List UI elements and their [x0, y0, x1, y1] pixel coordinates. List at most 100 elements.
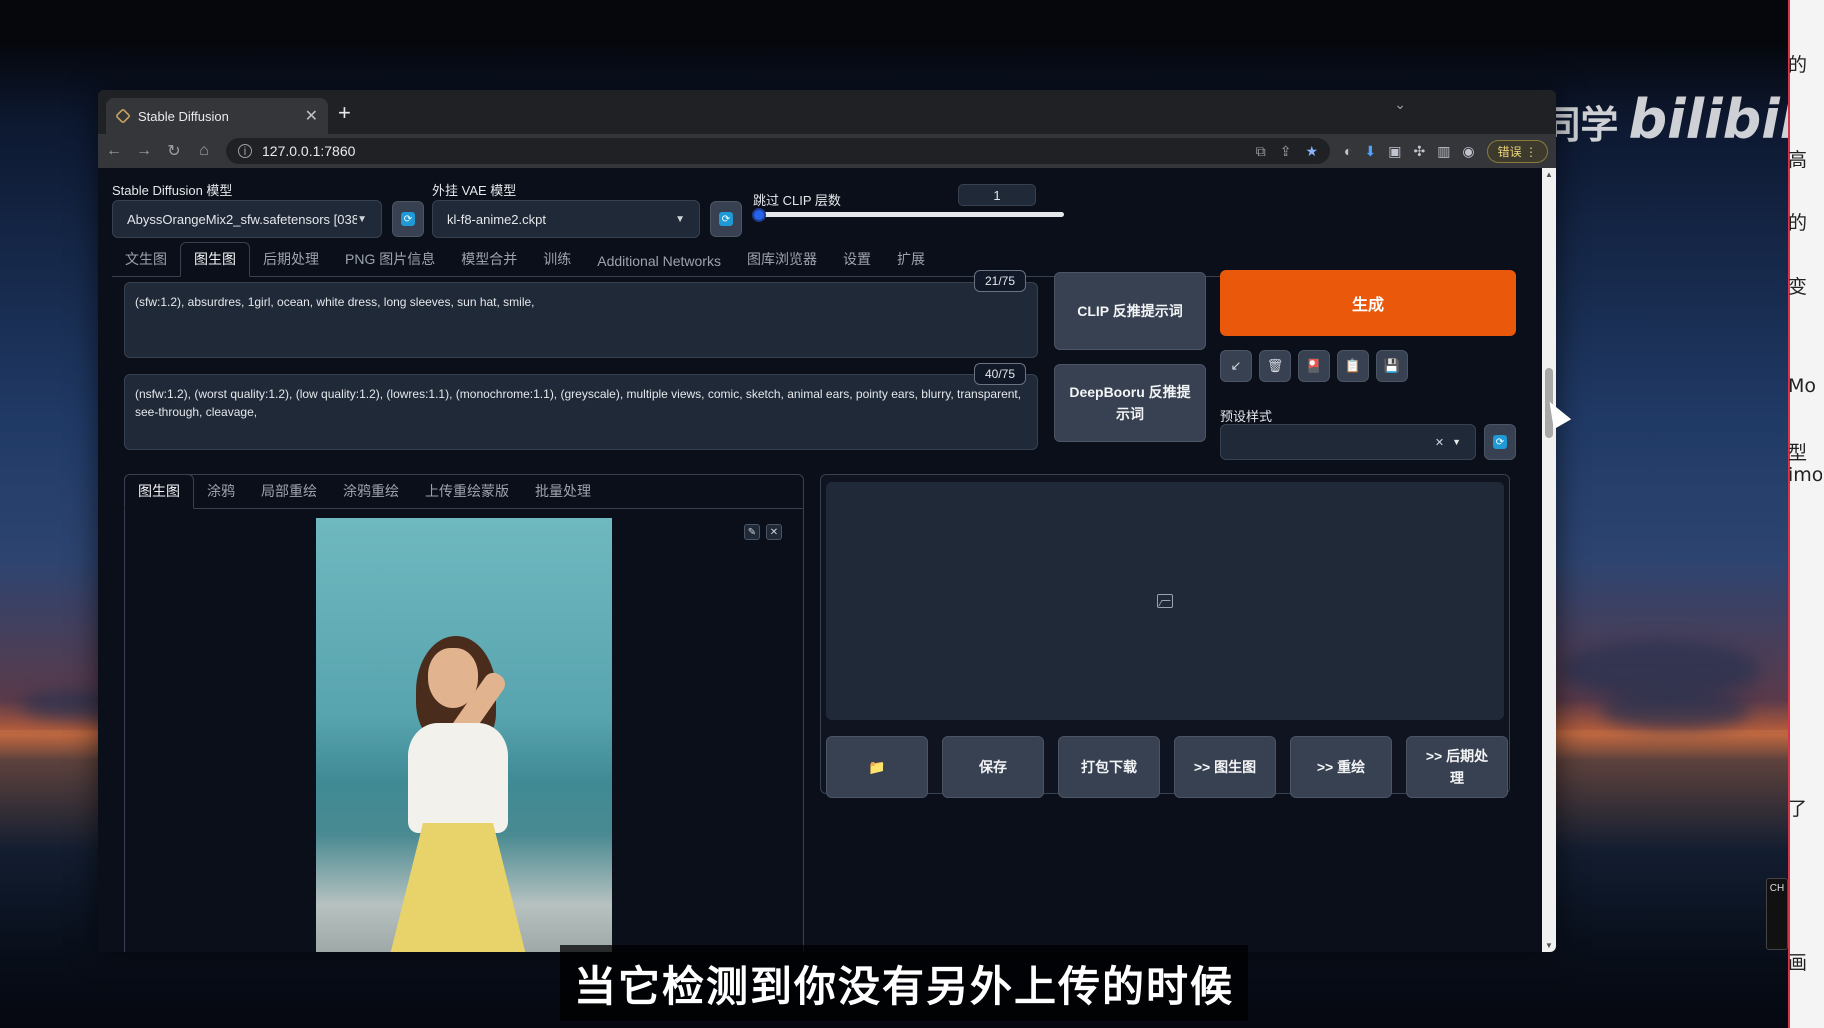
zip-download-button[interactable]: 打包下载 — [1058, 736, 1160, 798]
deepbooru-button-label: DeepBooru 反推提示词 — [1069, 384, 1191, 422]
clip-skip-slider[interactable] — [756, 212, 1064, 217]
trash-icon[interactable]: 🗑 — [1259, 350, 1291, 382]
download-icon[interactable]: ⬇ — [1364, 143, 1376, 160]
sub-tab-4[interactable]: 上传重绘蒙版 — [412, 475, 522, 508]
clip-interrogate-button[interactable]: CLIP 反推提示词 — [1054, 272, 1206, 350]
refresh-vae-button[interactable]: ⟳ — [710, 201, 742, 237]
main-tab-2[interactable]: 后期处理 — [250, 243, 332, 276]
page-scrollbar[interactable]: ▲ ▼ — [1542, 168, 1556, 952]
counter-text: 21/75 — [984, 274, 1016, 288]
sd-model-dropdown[interactable]: AbyssOrangeMix2_sfw.safetensors [038ba20… — [112, 200, 382, 238]
sub-tab-3[interactable]: 涂鸦重绘 — [330, 475, 412, 508]
adjacent-window-edge: 的 高 的 变 Mo 型 imo 了 画 — [1788, 0, 1824, 1028]
vae-dropdown[interactable]: kl-f8-anime2.ckpt ▼ — [432, 200, 700, 238]
main-tab-7[interactable]: 图库浏览器 — [734, 243, 830, 276]
uploaded-source-image[interactable] — [316, 518, 612, 952]
refresh-model-button[interactable]: ⟳ — [392, 201, 424, 237]
positive-prompt-input[interactable]: (sfw:1.2), absurdres, 1girl, ocean, whit… — [124, 282, 1038, 358]
clip-skip-value: 1 — [993, 187, 1001, 203]
edge-text: 的 — [1788, 54, 1808, 76]
counter-text: 40/75 — [984, 367, 1016, 381]
edge-text: 型 — [1788, 442, 1808, 464]
scroll-down-icon[interactable]: ▼ — [1545, 941, 1553, 950]
edge-text: 的 — [1788, 212, 1808, 234]
home-icon[interactable]: ⌂ — [196, 142, 212, 160]
clear-icon[interactable]: ✕ — [1435, 436, 1444, 449]
chevron-down-icon: ▼ — [1452, 437, 1461, 447]
send-to-extras-button[interactable]: >> 后期处理 — [1406, 736, 1508, 798]
sd-model-value: AbyssOrangeMix2_sfw.safetensors [038ba20… — [127, 211, 358, 227]
vae-label: 外挂 VAE 模型 — [432, 183, 517, 198]
main-tab-0[interactable]: 文生图 — [112, 243, 180, 276]
send-inpaint-label: >> 重绘 — [1316, 759, 1366, 775]
close-tab-icon[interactable]: ✕ — [305, 106, 318, 126]
error-button[interactable]: 错误 ⋮ — [1486, 139, 1548, 163]
clip-skip-slider-thumb[interactable] — [752, 208, 766, 222]
clipboard-icon[interactable]: 📋 — [1337, 350, 1369, 382]
negative-token-counter: 40/75 — [974, 363, 1026, 385]
reload-icon[interactable]: ↻ — [166, 141, 182, 161]
photo-detail — [408, 723, 508, 833]
sub-tab-1[interactable]: 涂鸦 — [194, 475, 248, 508]
scroll-up-icon[interactable]: ▲ — [1545, 170, 1553, 179]
send-to-inpaint-button[interactable]: >> 重绘 — [1290, 736, 1392, 798]
main-tab-8[interactable]: 设置 — [830, 243, 884, 276]
main-tab-1[interactable]: 图生图 — [180, 242, 250, 277]
edit-pencil-icon[interactable]: ✎ — [744, 524, 760, 540]
extension-icon[interactable]: ▣ — [1388, 143, 1401, 160]
error-button-label: 错误 — [1497, 144, 1522, 159]
refresh-icon: ⟳ — [401, 212, 415, 226]
back-icon[interactable]: ← — [106, 142, 122, 160]
main-tab-5[interactable]: 训练 — [530, 243, 584, 276]
arrow-icon[interactable]: ↙ — [1220, 350, 1252, 382]
deepbooru-interrogate-button[interactable]: DeepBooru 反推提示词 — [1054, 364, 1206, 442]
send-img2img-label: >> 图生图 — [1193, 759, 1257, 775]
refresh-styles-button[interactable]: ⟳ — [1484, 424, 1516, 460]
bookmark-star-icon[interactable]: ★ — [1305, 143, 1318, 160]
sub-tab-2[interactable]: 局部重绘 — [248, 475, 330, 508]
site-info-icon[interactable]: i — [238, 144, 252, 158]
extensions-area: ◐ ⬇ ▣ ✣ ▥ ◉ 错误 ⋮ — [1344, 139, 1548, 163]
zip-button-label: 打包下载 — [1081, 759, 1137, 775]
main-tab-3[interactable]: PNG 图片信息 — [332, 243, 448, 276]
address-bar[interactable]: i 127.0.0.1:7860 ⧉ ⇪ ★ — [226, 138, 1331, 164]
side-panel-icon[interactable]: ▥ — [1437, 143, 1450, 160]
clear-image-icon[interactable]: ✕ — [766, 524, 782, 540]
img2img-sub-tabs: 图生图 涂鸦 局部重绘 涂鸦重绘 上传重绘蒙版 批量处理 — [124, 474, 804, 509]
system-tray: CH — [1766, 878, 1788, 950]
card-icon[interactable]: 🎴 — [1298, 350, 1330, 382]
tab-search-chevron-icon[interactable]: ⌄ — [1394, 96, 1406, 113]
negative-prompt-input[interactable]: (nsfw:1.2), (worst quality:1.2), (low qu… — [124, 374, 1038, 450]
save-icon[interactable]: 💾 — [1376, 350, 1408, 382]
generate-button[interactable]: 生成 — [1220, 270, 1516, 336]
url-text: 127.0.0.1:7860 — [262, 143, 356, 159]
edge-text: imo — [1788, 464, 1822, 486]
main-tab-9[interactable]: 扩展 — [884, 243, 938, 276]
video-subtitle: 当它检测到你没有另外上传的时候 — [560, 945, 1249, 1021]
main-tab-6[interactable]: Additional Networks — [584, 247, 734, 276]
main-tab-4[interactable]: 模型合并 — [448, 243, 530, 276]
sub-tab-0[interactable]: 图生图 — [124, 474, 194, 509]
positive-prompt-text: (sfw:1.2), absurdres, 1girl, ocean, whit… — [135, 295, 535, 309]
clip-button-label: CLIP 反推提示词 — [1077, 303, 1183, 319]
profile-avatar[interactable]: ◉ — [1462, 143, 1474, 160]
tab-strip: Stable Diffusion ✕ + ⌄ — [98, 90, 1556, 134]
edge-text: 高 — [1788, 149, 1808, 171]
edge-text: 变 — [1788, 276, 1808, 298]
save-button[interactable]: 保存 — [942, 736, 1044, 798]
puzzle-icon[interactable]: ✣ — [1413, 143, 1425, 160]
sub-tab-5[interactable]: 批量处理 — [522, 475, 604, 508]
extension-icon[interactable]: ◐ — [1344, 143, 1352, 159]
new-tab-icon[interactable]: + — [338, 100, 351, 126]
edge-text: Mo — [1788, 375, 1817, 397]
send-to-img2img-button[interactable]: >> 图生图 — [1174, 736, 1276, 798]
browser-tab[interactable]: Stable Diffusion ✕ — [106, 98, 328, 134]
clip-skip-number[interactable]: 1 — [958, 184, 1036, 206]
open-folder-button[interactable]: 📁 — [826, 736, 928, 798]
forward-icon[interactable]: → — [136, 142, 152, 160]
translate-icon[interactable]: ⧉ — [1256, 143, 1266, 160]
refresh-icon: ⟳ — [719, 212, 733, 226]
positive-token-counter: 21/75 — [974, 270, 1026, 292]
share-icon[interactable]: ⇪ — [1280, 143, 1292, 160]
styles-dropdown[interactable]: ✕ ▼ — [1220, 424, 1476, 460]
